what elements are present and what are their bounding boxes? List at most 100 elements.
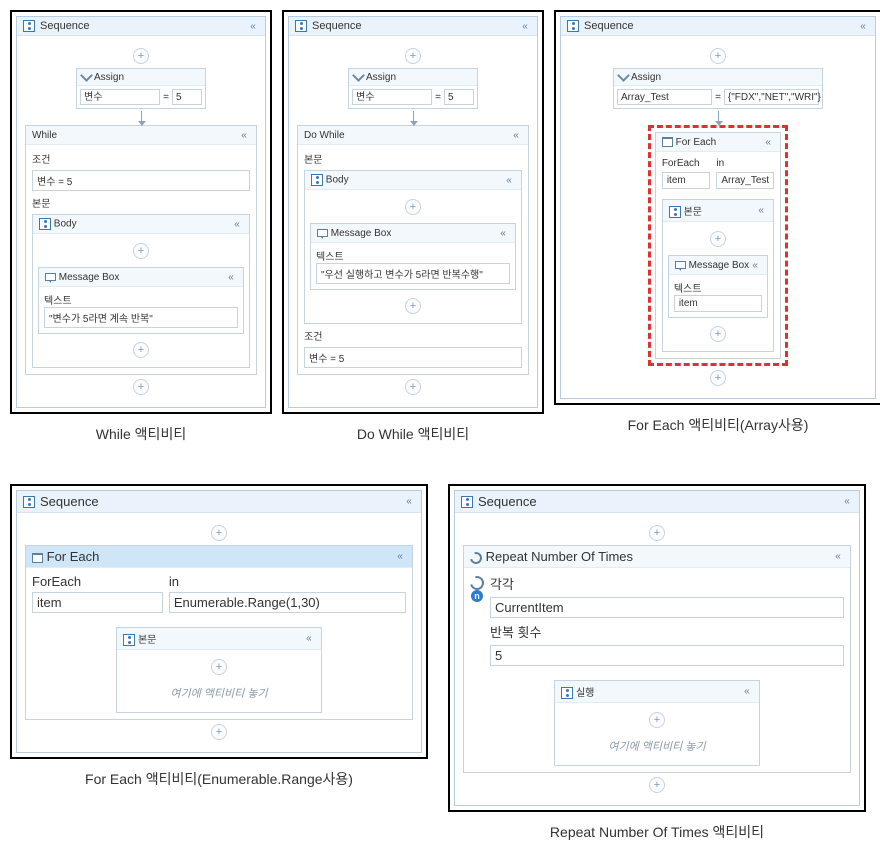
repeat-icon bbox=[468, 549, 484, 565]
sequence-icon bbox=[295, 20, 307, 32]
sequence-panel[interactable]: Sequence « + Repeat Number Of Times« n bbox=[454, 490, 860, 806]
assign-to-input[interactable]: 변수 bbox=[80, 89, 160, 105]
add-activity-plus[interactable]: + bbox=[133, 379, 149, 395]
flow-arrow bbox=[413, 111, 414, 123]
add-activity-plus[interactable]: + bbox=[211, 525, 227, 541]
foreach-label: ForEach bbox=[32, 574, 163, 589]
collapse-icon[interactable]: « bbox=[749, 259, 761, 271]
add-activity-plus[interactable]: + bbox=[405, 379, 421, 395]
message-text-input[interactable]: "변수가 5라면 계속 반복" bbox=[44, 307, 238, 328]
foreach-title: For Each bbox=[47, 549, 100, 564]
collapse-icon[interactable]: « bbox=[303, 633, 315, 645]
assign-activity[interactable]: Assign Array_Test = {"FDX","NET","WRI"} bbox=[613, 68, 823, 109]
message-text-input[interactable]: item bbox=[674, 295, 762, 312]
execute-title: 실행 bbox=[576, 688, 594, 699]
body-label: 본문 bbox=[304, 151, 522, 166]
sequence-panel[interactable]: Sequence « + Assign 변수 = 5 bbox=[16, 16, 266, 408]
sequence-panel[interactable]: Sequence « + For Each« ForEach item bbox=[16, 490, 422, 753]
add-activity-plus[interactable]: + bbox=[710, 326, 726, 342]
foreach-activity[interactable]: For Each« ForEach item in Enumerable.Ran… bbox=[25, 545, 413, 720]
current-item-input[interactable]: CurrentItem bbox=[490, 597, 844, 618]
drop-placeholder[interactable]: 여기에 액티비티 놓기 bbox=[170, 679, 267, 707]
body-sequence[interactable]: Body« + Message Box« 텍스트 "우선 실행하고 변수가 5라… bbox=[304, 170, 522, 324]
message-box-activity[interactable]: Message Box« 텍스트 "우선 실행하고 변수가 5라면 반복수행" bbox=[310, 223, 516, 290]
text-label: 텍스트 bbox=[44, 292, 238, 307]
foreach-collection-input[interactable]: Array_Test bbox=[716, 172, 774, 189]
collapse-icon[interactable]: « bbox=[247, 20, 259, 32]
add-activity-plus[interactable]: + bbox=[649, 712, 665, 728]
add-activity-plus[interactable]: + bbox=[649, 525, 665, 541]
foreach-enum-card: Sequence « + For Each« ForEach item bbox=[10, 484, 428, 759]
add-activity-plus[interactable]: + bbox=[133, 342, 149, 358]
condition-input[interactable]: 변수 = 5 bbox=[32, 170, 250, 191]
each-label: 각각 bbox=[490, 574, 844, 593]
highlight-box: For Each« ForEach item in Array bbox=[648, 125, 788, 366]
collapse-icon[interactable]: « bbox=[497, 227, 509, 239]
collapse-icon[interactable]: « bbox=[225, 271, 237, 283]
foreach-collection-input[interactable]: Enumerable.Range(1,30) bbox=[169, 592, 406, 613]
add-activity-plus[interactable]: + bbox=[211, 724, 227, 740]
sequence-title: Sequence bbox=[312, 20, 362, 32]
assign-value-input[interactable]: {"FDX","NET","WRI"} bbox=[724, 89, 819, 105]
add-activity-plus[interactable]: + bbox=[710, 48, 726, 64]
assign-value-input[interactable]: 5 bbox=[444, 89, 474, 105]
count-input[interactable]: 5 bbox=[490, 645, 844, 666]
add-activity-plus[interactable]: + bbox=[649, 777, 665, 793]
collapse-icon[interactable]: « bbox=[755, 205, 767, 217]
collapse-icon[interactable]: « bbox=[519, 20, 531, 32]
collapse-icon[interactable]: « bbox=[832, 551, 844, 563]
message-box-title: Message Box bbox=[331, 228, 392, 239]
add-activity-plus[interactable]: + bbox=[405, 298, 421, 314]
message-box-activity[interactable]: Message Box« 텍스트 item bbox=[668, 255, 768, 318]
body-sequence[interactable]: Body« + Message Box« 텍스트 "변수가 5라면 계속 반복" bbox=[32, 214, 250, 368]
repeat-activity[interactable]: Repeat Number Of Times« n 각각 CurrentItem bbox=[463, 545, 851, 773]
collapse-icon[interactable]: « bbox=[231, 218, 243, 230]
collapse-icon[interactable]: « bbox=[403, 496, 415, 508]
assign-value-input[interactable]: 5 bbox=[172, 89, 202, 105]
body-label: 본문 bbox=[32, 195, 250, 210]
collapse-icon[interactable]: « bbox=[503, 174, 515, 186]
collapse-icon[interactable]: « bbox=[394, 551, 406, 563]
sequence-icon bbox=[39, 218, 51, 230]
sequence-panel[interactable]: Sequence « + Assign 변수 = 5 bbox=[288, 16, 538, 408]
message-box-activity[interactable]: Message Box« 텍스트 "변수가 5라면 계속 반복" bbox=[38, 267, 244, 334]
collapse-icon[interactable]: « bbox=[238, 129, 250, 141]
foreach-activity[interactable]: For Each« ForEach item in Array bbox=[655, 132, 781, 359]
collapse-icon[interactable]: « bbox=[841, 496, 853, 508]
body-sequence[interactable]: 본문« + 여기에 액티비티 놓기 bbox=[116, 627, 322, 713]
collapse-icon[interactable]: « bbox=[857, 20, 869, 32]
sequence-panel[interactable]: Sequence « + Assign Array_Test = {"FDX",… bbox=[560, 16, 876, 399]
while-activity[interactable]: While« 조건 변수 = 5 본문 Body« + Message Bo bbox=[25, 125, 257, 375]
add-activity-plus[interactable]: + bbox=[133, 48, 149, 64]
assign-to-input[interactable]: 변수 bbox=[352, 89, 432, 105]
foreach-array-caption: For Each 액티비티(Array사용) bbox=[554, 415, 880, 435]
sequence-icon bbox=[123, 634, 135, 646]
collapse-icon[interactable]: « bbox=[762, 136, 774, 148]
foreach-item-input[interactable]: item bbox=[662, 172, 711, 189]
sequence-icon bbox=[23, 20, 35, 32]
collapse-icon[interactable]: « bbox=[510, 129, 522, 141]
dowhile-card: Sequence « + Assign 변수 = 5 bbox=[282, 10, 544, 414]
message-text-input[interactable]: "우선 실행하고 변수가 5라면 반복수행" bbox=[316, 263, 510, 284]
condition-input[interactable]: 변수 = 5 bbox=[304, 347, 522, 368]
add-activity-plus[interactable]: + bbox=[405, 48, 421, 64]
add-activity-plus[interactable]: + bbox=[405, 199, 421, 215]
add-activity-plus[interactable]: + bbox=[211, 659, 227, 675]
assign-to-input[interactable]: Array_Test bbox=[617, 89, 712, 105]
while-card: Sequence « + Assign 변수 = 5 bbox=[10, 10, 272, 414]
assign-activity[interactable]: Assign 변수 = 5 bbox=[76, 68, 206, 109]
dowhile-activity[interactable]: Do While« 본문 Body« + Message Box« bbox=[297, 125, 529, 375]
in-label: in bbox=[716, 158, 774, 169]
loop-icon bbox=[467, 573, 486, 592]
add-activity-plus[interactable]: + bbox=[710, 370, 726, 386]
add-activity-plus[interactable]: + bbox=[710, 231, 726, 247]
execute-sequence[interactable]: 실행« + 여기에 액티비티 놓기 bbox=[554, 680, 760, 766]
body-sequence[interactable]: 본문 « + Message Box« 텍스트 item bbox=[662, 199, 774, 352]
foreach-label: ForEach bbox=[662, 158, 711, 169]
sequence-icon bbox=[567, 20, 579, 32]
add-activity-plus[interactable]: + bbox=[133, 243, 149, 259]
assign-activity[interactable]: Assign 변수 = 5 bbox=[348, 68, 478, 109]
foreach-item-input[interactable]: item bbox=[32, 592, 163, 613]
body-title: 본문 bbox=[684, 207, 702, 218]
collapse-icon[interactable]: « bbox=[741, 686, 753, 698]
